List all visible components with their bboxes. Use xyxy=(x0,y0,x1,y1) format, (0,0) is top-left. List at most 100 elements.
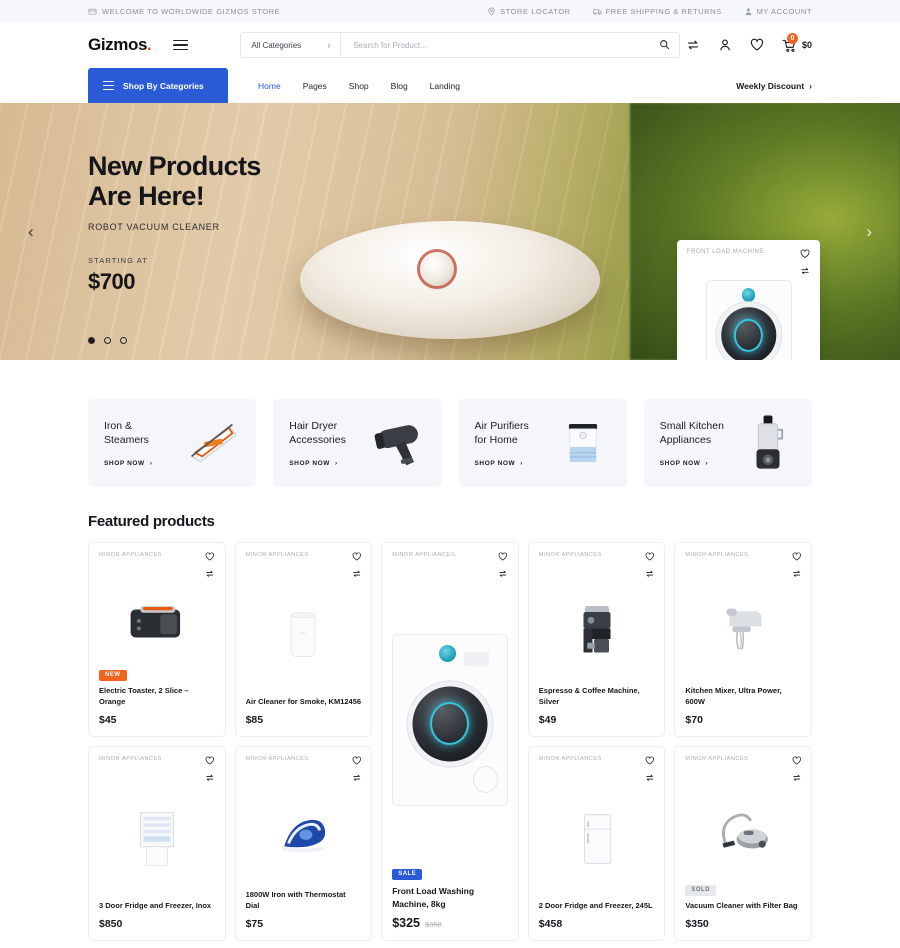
main-nav: Shop By Categories Home Pages Shop Blog … xyxy=(0,68,900,103)
category-title-line1: Hair Dryer xyxy=(289,419,338,432)
heart-icon[interactable] xyxy=(352,756,362,766)
product-card[interactable]: MINOR APPLIANCES 1800W Iron with Thermos… xyxy=(234,746,373,941)
shop-now-link[interactable]: SHOP NOW › xyxy=(660,460,724,467)
heart-icon[interactable] xyxy=(352,552,362,562)
heart-icon[interactable] xyxy=(750,38,764,52)
chevron-right-icon: › xyxy=(335,460,338,468)
heart-icon[interactable] xyxy=(205,756,215,766)
product-card[interactable]: MINOR APPLIANCES 2 Door Fridge and Freez… xyxy=(527,746,666,941)
product-category: MINOR APPLIANCES xyxy=(245,756,309,762)
carousel-prev-button[interactable]: ‹ xyxy=(28,222,34,242)
chevron-right-icon: › xyxy=(520,460,524,468)
nav-item-pages[interactable]: Pages xyxy=(303,81,327,91)
hero-card-image xyxy=(687,278,810,360)
product-price: $45 xyxy=(99,714,117,726)
shop-by-categories-button[interactable]: Shop By Categories xyxy=(88,68,228,103)
blueiron-image xyxy=(246,782,362,885)
carousel-dots xyxy=(88,337,127,344)
chevron-right-icon: › xyxy=(149,460,153,468)
hamburger-icon[interactable] xyxy=(173,39,189,51)
heart-icon[interactable] xyxy=(792,756,802,766)
product-category: MINOR APPLIANCES xyxy=(392,552,456,558)
category-title-line1: Air Purifiers xyxy=(474,419,529,432)
search-input[interactable] xyxy=(341,33,650,57)
category-card-hair-dryer[interactable]: Hair Dryer Accessories SHOP NOW › xyxy=(273,399,442,487)
shop-now-label: SHOP NOW xyxy=(659,460,701,468)
product-name: Air Cleaner for Smoke, KM12456 xyxy=(245,697,362,707)
product-card[interactable]: MINOR APPLIANCES Kitchen Mixer, Ultra Po… xyxy=(674,542,812,737)
heart-icon[interactable] xyxy=(498,552,508,562)
cart-total: $0 xyxy=(801,40,812,50)
compare-arrows-icon[interactable] xyxy=(800,266,810,276)
compare-arrows-icon[interactable] xyxy=(792,773,802,783)
carousel-next-button[interactable]: › xyxy=(866,222,872,242)
shop-now-link[interactable]: SHOP NOW › xyxy=(289,460,346,467)
washer-image xyxy=(705,280,792,360)
hero-starting-label: STARTING AT xyxy=(88,256,149,266)
carousel-dot-3[interactable] xyxy=(120,337,127,344)
shop-now-link[interactable]: SHOP NOW › xyxy=(475,460,529,467)
product-card[interactable]: MINOR APPLIANCES Air Cleaner for Smoke, … xyxy=(234,542,373,737)
store-locator-link[interactable]: STORE LOCATOR xyxy=(487,7,571,16)
category-title-line2: Steamers xyxy=(104,434,149,446)
featured-heading: Featured products xyxy=(88,513,215,530)
cart-icon: 0 xyxy=(782,32,798,53)
product-name: Kitchen Mixer, Ultra Power, 600W xyxy=(685,686,782,707)
product-name: Front Load Washing Machine, 8kg xyxy=(392,886,475,909)
my-account-link[interactable]: MY ACCOUNT xyxy=(744,7,812,16)
hairdryer-image xyxy=(364,409,432,477)
product-card[interactable]: MINOR APPLIANCES Espresso & Coffee Machi… xyxy=(527,542,666,737)
product-price: $850 xyxy=(99,918,123,930)
blender-image xyxy=(734,409,802,477)
status-badge: NEW xyxy=(99,669,127,681)
toaster-image xyxy=(99,578,215,663)
search-bar: All Categories › xyxy=(240,32,681,58)
compare-arrows-icon[interactable] xyxy=(686,38,700,52)
category-select[interactable]: All Categories › xyxy=(241,33,342,57)
compare-arrows-icon[interactable] xyxy=(205,569,215,579)
chevron-right-icon: › xyxy=(327,40,331,50)
compare-arrows-icon[interactable] xyxy=(645,569,655,579)
category-card-iron-steamers[interactable]: Iron & Steamers SHOP NOW › xyxy=(88,399,257,487)
product-category: MINOR APPLIANCES xyxy=(99,756,163,762)
weekly-discount-link[interactable]: Weekly Discount › xyxy=(736,68,812,103)
compare-arrows-icon[interactable] xyxy=(645,773,655,783)
compare-arrows-icon[interactable] xyxy=(352,569,362,579)
carousel-dot-1[interactable] xyxy=(88,337,95,344)
cart-button[interactable]: 0 $0 xyxy=(782,32,812,53)
nav-item-blog[interactable]: Blog xyxy=(391,81,408,91)
category-title-line2: Accessories xyxy=(289,434,346,446)
product-card-featured[interactable]: MINOR APPLIANCES SALE Front Load Washing… xyxy=(381,542,519,941)
heart-icon[interactable] xyxy=(205,552,215,562)
category-card-air-purifiers[interactable]: Air Purifiers for Home SHOP NOW › xyxy=(458,399,627,487)
category-card-small-kitchen[interactable]: Small Kitchen Appliances SHOP NOW › xyxy=(643,399,812,487)
store-locator-label: STORE LOCATOR xyxy=(500,6,571,16)
heart-icon[interactable] xyxy=(792,552,802,562)
product-card[interactable]: MINOR APPLIANCES 3 Door Fridge and Freez… xyxy=(88,746,226,941)
user-icon[interactable] xyxy=(718,38,732,52)
heart-icon[interactable] xyxy=(645,552,655,562)
product-card[interactable]: MINOR APPLIANCES SOLD Vacuum Cleaner wit… xyxy=(674,746,812,941)
shop-by-categories-label: Shop By Categories xyxy=(123,80,204,91)
search-button[interactable] xyxy=(649,33,679,57)
nav-item-shop[interactable]: Shop xyxy=(349,81,369,91)
compare-arrows-icon[interactable] xyxy=(498,569,508,579)
product-card[interactable]: MINOR APPLIANCES NEW Electric Toaster, 2… xyxy=(88,542,226,737)
heart-icon[interactable] xyxy=(800,249,810,259)
hero-product-card[interactable]: FRONT LOAD MACHINE NEW Frontload Washer … xyxy=(677,240,820,360)
location-pin-icon xyxy=(487,7,496,16)
fridge3-image xyxy=(99,782,215,896)
nav-item-landing[interactable]: Landing xyxy=(430,81,460,91)
shop-now-link[interactable]: SHOP NOW › xyxy=(104,460,153,467)
logo[interactable]: Gizmos. xyxy=(88,35,152,55)
compare-arrows-icon[interactable] xyxy=(205,773,215,783)
carousel-dot-2[interactable] xyxy=(104,337,111,344)
free-shipping-link[interactable]: FREE SHIPPING & RETURNS xyxy=(592,7,722,16)
hero-text-block: New Products Are Here! ROBOT VACUUM CLEA… xyxy=(88,151,261,295)
compare-arrows-icon[interactable] xyxy=(352,773,362,783)
nav-item-home[interactable]: Home xyxy=(258,81,281,91)
heart-icon[interactable] xyxy=(645,756,655,766)
compare-arrows-icon[interactable] xyxy=(792,569,802,579)
product-category: MINOR APPLIANCES xyxy=(245,552,309,558)
product-price: $325 xyxy=(392,916,420,930)
